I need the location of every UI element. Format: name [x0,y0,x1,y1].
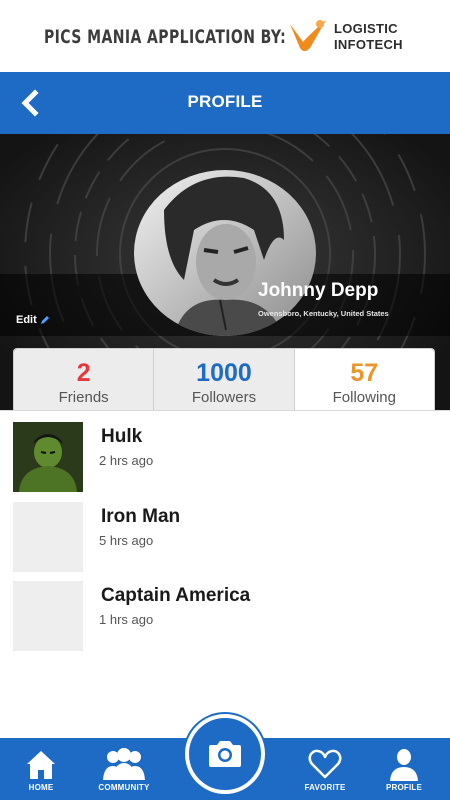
company-logo: LOGISTIC INFOTECH [286,14,426,58]
community-icon [103,748,145,780]
pencil-icon [40,316,49,324]
following-count: 57 [350,359,379,387]
edit-label: Edit [16,314,37,326]
nav-home[interactable]: HOME [14,738,68,800]
profile-icon [390,749,418,781]
nav-community[interactable]: COMMUNITY [92,738,156,800]
camera-button[interactable] [185,714,265,794]
branding-bar: PICS MANIA APPLICATION BY: LOGISTIC INFO… [0,0,450,72]
logo-mark-icon [290,20,326,51]
nav-favorite-label: FAVORITE [304,783,346,792]
friends-label: Friends [58,389,109,406]
tab-following[interactable]: 57 Following [294,349,434,410]
nav-community-label: COMMUNITY [98,783,150,792]
list-item[interactable]: Hulk 2 hrs ago [0,422,450,498]
profile-location: Owensboro, Kentucky, United States [258,309,389,318]
list-item[interactable]: Captain America 1 hrs ago [0,581,450,657]
tab-friends[interactable]: 2 Friends [14,349,155,410]
item-time: 5 hrs ago [99,533,154,548]
friends-count: 2 [76,359,91,387]
iron-man-thumbnail [13,502,83,572]
nav-profile[interactable]: PROFILE [378,738,430,800]
captain-america-thumbnail [13,581,83,651]
profile-name: Johnny Depp [258,280,379,301]
tab-followers[interactable]: 1000 Followers [154,349,295,410]
followers-label: Followers [191,389,257,406]
camera-icon [209,741,241,767]
item-name: Captain America [101,585,251,606]
hulk-thumbnail [13,422,83,492]
edit-profile-button[interactable]: Edit [16,314,50,326]
item-name: Hulk [101,426,143,447]
following-label: Following [332,389,396,406]
nav-favorite[interactable]: FAVORITE [296,738,354,800]
heart-icon [308,749,342,779]
title-bar: PROFILE [0,72,450,134]
home-icon [27,751,55,779]
stats-tabs: 2 Friends 1000 Followers 57 Following [13,348,435,410]
item-time: 1 hrs ago [99,612,154,627]
followers-count: 1000 [196,359,252,387]
item-name: Iron Man [101,506,181,527]
logo-text-line1: LOGISTIC [334,21,398,36]
divider [0,410,450,411]
page-title: PROFILE [187,92,263,111]
app-tagline: PICS MANIA APPLICATION BY: [44,26,287,48]
nav-profile-label: PROFILE [385,783,423,792]
item-time: 2 hrs ago [99,453,154,468]
list-item[interactable]: Iron Man 5 hrs ago [0,502,450,578]
nav-home-label: HOME [28,783,54,792]
logo-text-line2: INFOTECH [334,37,403,52]
